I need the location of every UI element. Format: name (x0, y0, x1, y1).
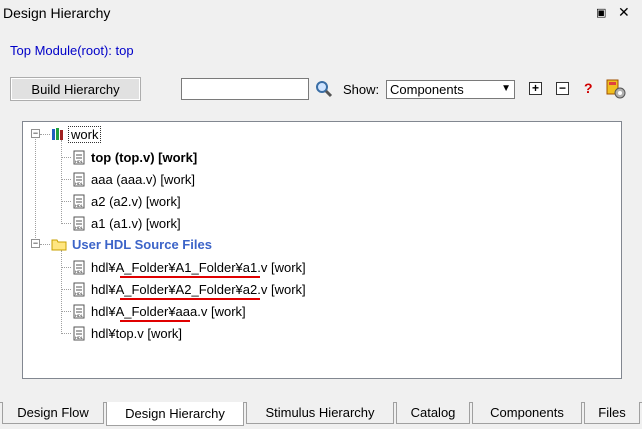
tree-node-user-hdl[interactable]: User HDL Source Files (51, 234, 212, 254)
pin-icon[interactable]: ▣ (596, 6, 606, 19)
tree-item[interactable]: HDL a2 (a2.v) [work] (73, 191, 181, 211)
expand-all-icon[interactable]: + (529, 82, 542, 95)
tree-item-label: hdl¥A_Folder¥A2_Folder¥a2.v [work] (91, 281, 306, 297)
tab-files[interactable]: Files (584, 402, 640, 424)
tree-item[interactable]: HDL aaa (aaa.v) [work] (73, 169, 195, 189)
tree-item-label: hdl¥A_Folder¥A1_Folder¥a1.v [work] (91, 259, 306, 275)
annotation-underline (120, 320, 190, 322)
tree-item-label: hdl¥top.v [work] (91, 325, 183, 341)
tree-item-label: top (top.v) [work] (91, 149, 198, 165)
library-icon (52, 128, 63, 140)
search-icon[interactable] (315, 80, 333, 98)
title-bar: Design Hierarchy ▣ ✕ (0, 0, 642, 28)
tree-item[interactable]: HDL a1 (a1.v) [work] (73, 213, 181, 233)
hdl-file-icon: HDL (73, 172, 85, 186)
svg-text:HDL: HDL (75, 225, 84, 230)
hdl-file-icon: HDL (73, 150, 85, 164)
hdl-file-icon: HDL (73, 216, 85, 230)
collapse-all-icon[interactable]: − (556, 82, 569, 95)
hdl-file-icon: HDL (73, 260, 85, 274)
collapse-user-hdl-icon[interactable]: − (31, 239, 40, 248)
svg-text:HDL: HDL (75, 181, 84, 186)
tab-design-hierarchy[interactable]: Design Hierarchy (106, 402, 244, 426)
tree-node-label: work (68, 125, 102, 143)
hdl-file-icon: HDL (73, 326, 85, 340)
folder-icon (51, 239, 67, 250)
tree-node-work[interactable]: work (51, 124, 102, 144)
tree-item[interactable]: HDL top (top.v) [work] (73, 147, 197, 167)
build-hierarchy-button[interactable]: Build Hierarchy (10, 77, 141, 101)
tree-item[interactable]: HDL hdl¥top.v [work] (73, 323, 182, 343)
tree-item[interactable]: HDL hdl¥A_Folder¥aaa.v [work] (73, 301, 246, 321)
svg-text:HDL: HDL (75, 269, 84, 274)
hdl-file-icon: HDL (73, 194, 85, 208)
close-icon[interactable]: ✕ (618, 4, 630, 21)
window-title: Design Hierarchy (3, 5, 111, 21)
tree-item[interactable]: HDL hdl¥A_Folder¥A2_Folder¥a2.v [work] (73, 279, 306, 299)
svg-text:HDL: HDL (75, 291, 84, 296)
show-label: Show: (343, 82, 380, 97)
tab-catalog[interactable]: Catalog (396, 402, 470, 424)
tab-components[interactable]: Components (472, 402, 582, 424)
hdl-file-icon: HDL (73, 282, 85, 296)
show-select[interactable]: Components ▼ (386, 80, 515, 99)
tree-node-label: User HDL Source Files (72, 236, 212, 252)
svg-text:HDL: HDL (75, 313, 84, 318)
svg-text:HDL: HDL (75, 159, 84, 164)
tab-stimulus-hierarchy[interactable]: Stimulus Hierarchy (246, 402, 394, 424)
svg-text:HDL: HDL (75, 203, 84, 208)
tree-item-label: hdl¥A_Folder¥aaa.v [work] (91, 303, 246, 319)
collapse-work-icon[interactable]: − (31, 129, 40, 138)
annotation-underline (120, 276, 260, 278)
svg-text:HDL: HDL (75, 335, 84, 340)
chevron-down-icon[interactable]: ▼ (501, 83, 511, 94)
help-icon[interactable]: ? (584, 80, 593, 96)
annotation-underline (120, 298, 260, 300)
hierarchy-tree[interactable]: − work HDL top (top.v) [work] HDL aaa (a… (22, 121, 622, 379)
tree-item-label: aaa (aaa.v) [work] (91, 171, 196, 187)
settings-icon[interactable] (605, 78, 627, 100)
tree-item-label: a1 (a1.v) [work] (91, 215, 181, 231)
hdl-file-icon: HDL (73, 304, 85, 318)
search-input[interactable] (181, 78, 309, 100)
tab-design-flow[interactable]: Design Flow (2, 402, 104, 424)
top-module-label: Top Module(root): top (10, 43, 134, 58)
show-select-value: Components (390, 82, 464, 97)
tree-item[interactable]: HDL hdl¥A_Folder¥A1_Folder¥a1.v [work] (73, 257, 306, 277)
tree-item-label: a2 (a2.v) [work] (91, 193, 181, 209)
